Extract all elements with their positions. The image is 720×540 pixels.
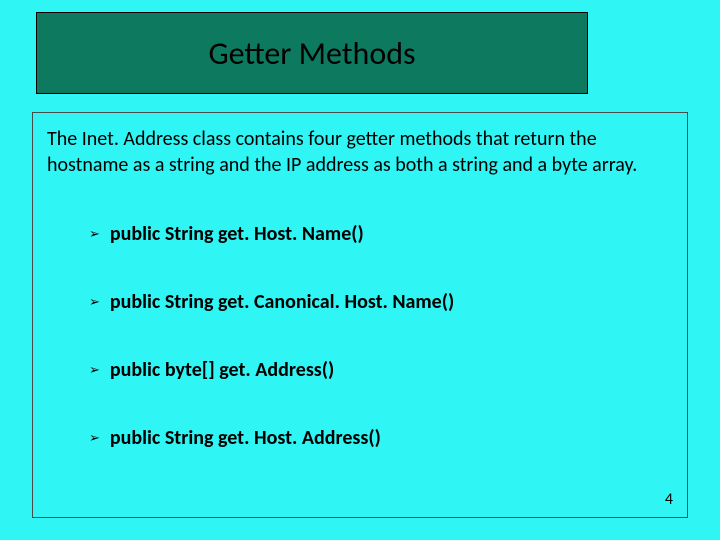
bullet-text: public byte[] get. Address() xyxy=(110,358,334,382)
bullet-list: ➢ public String get. Host. Name() ➢ publ… xyxy=(47,222,669,450)
list-item: ➢ public String get. Canonical. Host. Na… xyxy=(89,290,669,314)
content-box: The Inet. Address class contains four ge… xyxy=(32,112,688,518)
page-number: 4 xyxy=(665,490,673,509)
chevron-right-icon: ➢ xyxy=(89,295,100,310)
bullet-text: public String get. Host. Address() xyxy=(110,426,381,450)
chevron-right-icon: ➢ xyxy=(89,431,100,446)
chevron-right-icon: ➢ xyxy=(89,363,100,378)
intro-paragraph: The Inet. Address class contains four ge… xyxy=(47,127,669,178)
chevron-right-icon: ➢ xyxy=(89,227,100,242)
bullet-text: public String get. Host. Name() xyxy=(110,222,364,246)
list-item: ➢ public String get. Host. Name() xyxy=(89,222,669,246)
list-item: ➢ public String get. Host. Address() xyxy=(89,426,669,450)
slide-title: Getter Methods xyxy=(208,34,415,73)
title-box: Getter Methods xyxy=(36,12,588,94)
list-item: ➢ public byte[] get. Address() xyxy=(89,358,669,382)
bullet-text: public String get. Canonical. Host. Name… xyxy=(110,290,454,314)
